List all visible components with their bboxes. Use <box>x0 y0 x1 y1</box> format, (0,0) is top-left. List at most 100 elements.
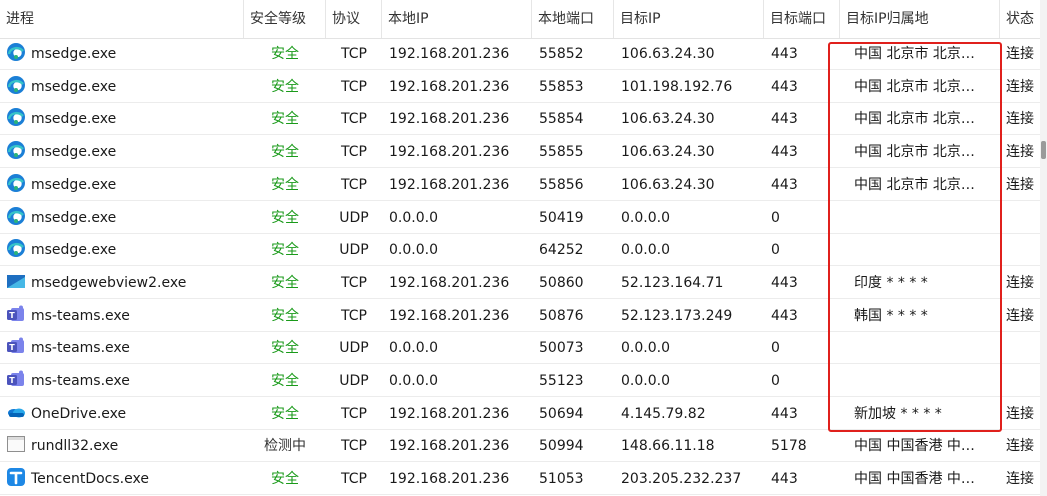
security-level: 安全 <box>271 373 299 389</box>
connection-state: 连接 <box>1006 78 1034 95</box>
security-level: 安全 <box>271 46 299 62</box>
local-ip: 192.168.201.236 <box>389 438 510 455</box>
protocol: UDP <box>339 373 369 389</box>
connection-state: 连接 <box>1006 46 1034 62</box>
connection-state: 连接 <box>1006 111 1034 128</box>
connection-state <box>1000 365 1040 397</box>
remote-port: 443 <box>771 176 798 193</box>
protocol: TCP <box>341 438 367 455</box>
remote-port: 5178 <box>771 438 807 455</box>
edge-icon <box>6 206 26 226</box>
table-row[interactable]: Tms-teams.exe 安全 UDP 0.0.0.0 55123 0.0.0.0 0 <box>0 365 1040 397</box>
table-row[interactable]: msedge.exe 安全 UDP 0.0.0.0 64252 0.0.0.0 0 <box>0 234 1040 267</box>
svg-text:T: T <box>9 311 15 320</box>
vertical-scrollbar[interactable] <box>1040 0 1047 496</box>
table-row[interactable]: msedge.exe 安全 TCP 192.168.201.236 55854 106.6… <box>0 103 1040 136</box>
protocol: TCP <box>341 78 367 95</box>
ip-location: 中国 北京市 北京… <box>854 78 975 95</box>
remote-port: 443 <box>771 144 798 161</box>
security-level: 安全 <box>271 209 299 226</box>
protocol: TCP <box>341 307 367 324</box>
connection-state: 连接 <box>1006 405 1034 422</box>
column-header-remote-port[interactable]: 目标端口 <box>764 0 840 38</box>
security-level: 安全 <box>271 111 299 128</box>
table-row[interactable]: Tms-teams.exe 安全 UDP 0.0.0.0 50073 0.0.0.0 0 <box>0 332 1040 365</box>
remote-ip: 0.0.0.0 <box>621 373 670 389</box>
teams-icon: T <box>6 336 26 356</box>
local-port: 50994 <box>539 438 584 455</box>
local-port: 50419 <box>539 209 584 226</box>
local-ip: 0.0.0.0 <box>389 373 438 389</box>
remote-ip: 52.123.164.71 <box>621 274 724 291</box>
local-port: 50876 <box>539 307 584 324</box>
process-name: OneDrive.exe <box>31 405 127 422</box>
security-level: 安全 <box>271 78 299 95</box>
security-level: 安全 <box>271 307 299 324</box>
process-cell: Tms-teams.exe <box>0 365 244 397</box>
table-row[interactable]: TencentDocs.exe 安全 TCP 192.168.201.236 51053… <box>0 463 1040 496</box>
protocol: TCP <box>341 274 367 291</box>
column-header-local-port[interactable]: 本地端口 <box>532 0 614 38</box>
remote-port: 443 <box>771 307 798 324</box>
onedrive-icon <box>6 402 26 422</box>
local-ip: 192.168.201.236 <box>389 471 510 488</box>
table-row[interactable]: msedge.exe 安全 TCP 192.168.201.236 55855 106.6… <box>0 136 1040 169</box>
process-cell: msedge.exe <box>0 202 244 234</box>
remote-ip: 0.0.0.0 <box>621 242 670 259</box>
protocol: TCP <box>341 111 367 128</box>
table-row[interactable]: msedge.exe 安全 UDP 0.0.0.0 50419 0.0.0.0 0 <box>0 202 1040 234</box>
ip-location: 新加坡 * * * * <box>854 405 942 422</box>
column-header-security[interactable]: 安全等级 <box>244 0 326 38</box>
security-level: 安全 <box>271 471 299 488</box>
process-name: msedge.exe <box>31 144 117 161</box>
remote-port: 443 <box>771 471 798 488</box>
local-ip: 192.168.201.236 <box>389 176 510 193</box>
local-ip: 192.168.201.236 <box>389 274 510 291</box>
remote-ip: 52.123.173.249 <box>621 307 733 324</box>
connection-state <box>1000 332 1040 364</box>
remote-port: 443 <box>771 405 798 422</box>
local-ip: 0.0.0.0 <box>389 242 438 259</box>
remote-ip: 0.0.0.0 <box>621 340 670 357</box>
security-level: 安全 <box>271 340 299 357</box>
local-port: 55123 <box>539 373 584 389</box>
webview-icon <box>6 271 26 291</box>
process-name: msedge.exe <box>31 176 117 193</box>
local-port: 64252 <box>539 242 584 259</box>
connection-state: 连接 <box>1006 438 1034 455</box>
local-ip: 0.0.0.0 <box>389 340 438 357</box>
table-row[interactable]: msedge.exe 安全 TCP 192.168.201.236 55856 106.6… <box>0 169 1040 201</box>
table-row[interactable]: Tms-teams.exe 安全 TCP 192.168.201.236 50876 52… <box>0 300 1040 332</box>
remote-ip: 106.63.24.30 <box>621 46 715 62</box>
column-header-protocol[interactable]: 协议 <box>326 0 382 38</box>
table-row[interactable]: msedgewebview2.exe 安全 TCP 192.168.201.236 50… <box>0 267 1040 299</box>
process-cell: msedge.exe <box>0 38 244 70</box>
process-cell: Tms-teams.exe <box>0 332 244 364</box>
window-icon <box>6 434 26 454</box>
column-header-location[interactable]: 目标IP归属地 <box>840 0 1000 38</box>
table-row[interactable]: OneDrive.exe 安全 TCP 192.168.201.236 50694 4.1… <box>0 398 1040 430</box>
column-header-process[interactable]: 进程 <box>0 0 244 38</box>
protocol: UDP <box>339 242 369 259</box>
column-header-state[interactable]: 状态 <box>1000 0 1040 38</box>
security-level: 安全 <box>271 242 299 259</box>
local-ip: 192.168.201.236 <box>389 405 510 422</box>
edge-icon <box>6 238 26 258</box>
process-name: msedge.exe <box>31 111 117 128</box>
local-ip: 192.168.201.236 <box>389 307 510 324</box>
ip-location <box>840 365 1000 397</box>
edge-icon <box>6 75 26 95</box>
edge-icon <box>6 42 26 62</box>
column-header-remote-ip[interactable]: 目标IP <box>614 0 764 38</box>
column-header-local-ip[interactable]: 本地IP <box>382 0 532 38</box>
process-name: ms-teams.exe <box>31 340 130 357</box>
table-row[interactable]: msedge.exe 安全 TCP 192.168.201.236 55853 101.1… <box>0 71 1040 103</box>
process-cell: TencentDocs.exe <box>0 463 244 495</box>
table-row[interactable]: rundll32.exe 检测中 TCP 192.168.201.236 50994 14… <box>0 430 1040 463</box>
table-row[interactable]: msedge.exe 安全 TCP 192.168.201.236 55852 106.6… <box>0 38 1040 70</box>
local-port: 51053 <box>539 471 584 488</box>
ip-location: 中国 北京市 北京… <box>854 46 975 62</box>
protocol: TCP <box>341 405 367 422</box>
scrollbar-thumb[interactable] <box>1041 141 1046 159</box>
connection-state: 连接 <box>1006 471 1034 488</box>
